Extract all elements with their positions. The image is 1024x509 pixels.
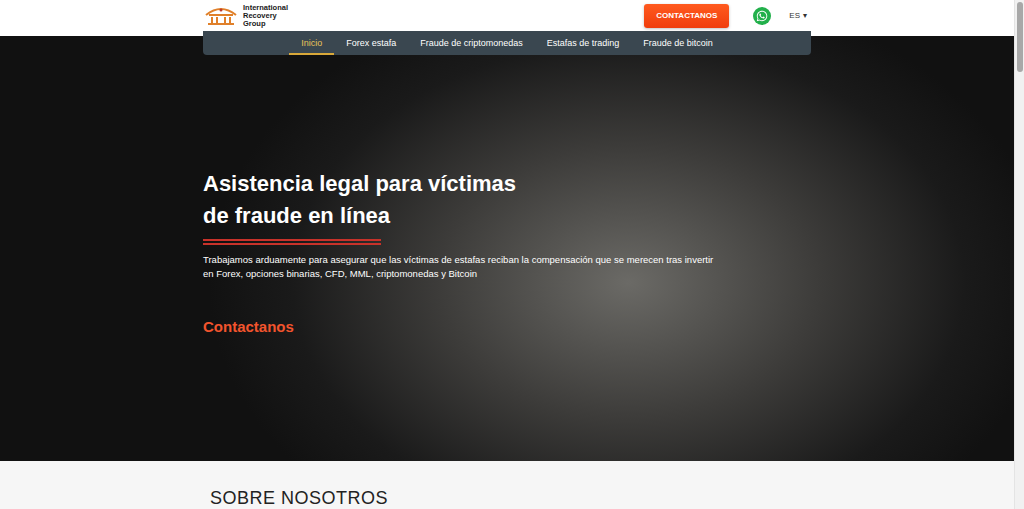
nav-item[interactable]: Forex estafa — [334, 31, 408, 55]
nav-item[interactable]: Fraude de bitcoin — [631, 31, 725, 55]
dropdown-arrow-icon: ▾ — [803, 11, 807, 20]
browser-page: InternationalRecoveryGroup CONTACTANOS ES▾… — [0, 0, 1024, 509]
nav-item[interactable]: Estafas de trading — [535, 31, 632, 55]
nav-item[interactable]: Fraude de criptomonedas — [408, 31, 535, 55]
nav-item[interactable]: Inicio — [289, 31, 334, 55]
hero-text: Trabajamos arduamente para asegurar que … — [203, 253, 723, 281]
scrollbar-thumb[interactable] — [1017, 2, 1023, 72]
logo-line: Group — [243, 20, 288, 28]
hero-title: Asistencia legal para víctimasde fraude … — [203, 168, 811, 232]
hero-content: Asistencia legal para víctimasde fraude … — [203, 168, 811, 336]
main-nav: InicioForex estafaFraude de criptomoneda… — [203, 31, 811, 55]
language-select[interactable]: ES▾ — [789, 11, 807, 20]
title-underline — [203, 239, 381, 245]
scales-logo-icon — [203, 6, 239, 26]
logo[interactable]: InternationalRecoveryGroup — [203, 4, 288, 28]
header: InternationalRecoveryGroup CONTACTANOS ES▾… — [0, 0, 1014, 36]
hero: Asistencia legal para víctimasde fraude … — [0, 36, 1014, 461]
about-section: SOBRE NOSOTROS — [0, 461, 1014, 509]
logo-text: InternationalRecoveryGroup — [243, 4, 288, 28]
logo-line: Recovery — [243, 12, 288, 20]
about-content: SOBRE NOSOTROS — [203, 487, 811, 509]
top-row: InternationalRecoveryGroup CONTACTANOS ES▾ — [203, 0, 811, 31]
whatsapp-icon[interactable] — [753, 7, 771, 25]
page: InternationalRecoveryGroup CONTACTANOS ES▾… — [0, 0, 1014, 509]
contact-button[interactable]: CONTACTANOS — [644, 4, 729, 28]
logo-line: International — [243, 4, 288, 12]
about-heading: SOBRE NOSOTROS — [203, 487, 811, 509]
contact-link[interactable]: Contactanos — [203, 318, 294, 335]
language-label: ES — [789, 11, 800, 20]
scrollbar[interactable] — [1014, 0, 1024, 509]
title-line: Asistencia legal para víctimas — [203, 168, 811, 200]
title-line: de fraude en línea — [203, 200, 811, 232]
